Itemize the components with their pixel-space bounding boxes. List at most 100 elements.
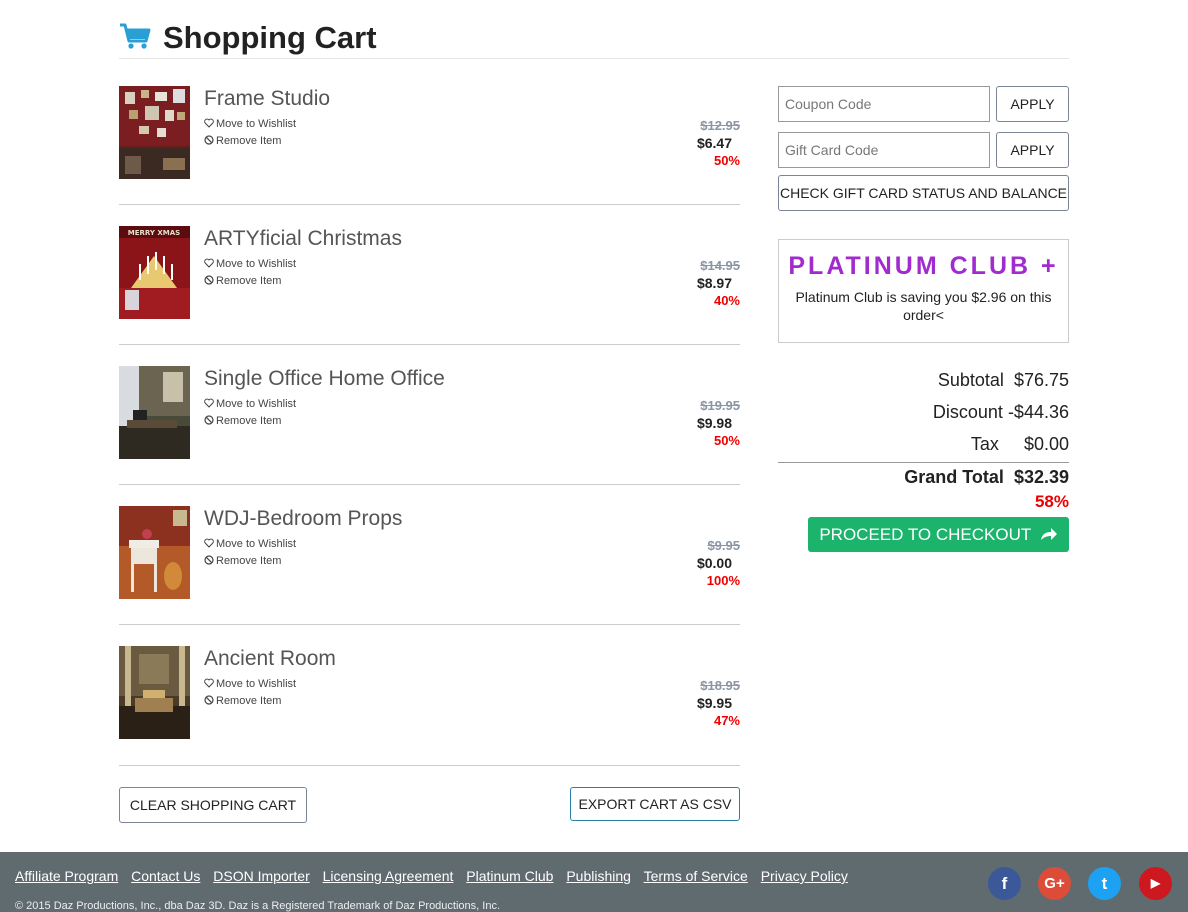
product-name[interactable]: Ancient Room (204, 647, 336, 671)
cart-item: Single Office Home Office Move to Wishli… (119, 366, 740, 506)
discount-percent: 40% (713, 293, 740, 308)
footer-link-publishing[interactable]: Publishing (566, 868, 631, 884)
item-divider (119, 344, 740, 345)
product-thumbnail-ancient-room[interactable] (119, 646, 190, 739)
cart-item: Ancient Room Move to Wishlist Remove Ite… (119, 646, 740, 786)
ban-icon (204, 555, 214, 565)
discount-percent: 47% (713, 713, 740, 728)
remove-item-link[interactable]: Remove Item (204, 275, 281, 287)
google-plus-icon[interactable]: G+ (1038, 867, 1071, 900)
youtube-icon[interactable]: ▶ (1139, 867, 1172, 900)
footer-link-contact-us[interactable]: Contact Us (131, 868, 200, 884)
totals-divider (778, 462, 1069, 463)
facebook-icon[interactable]: f (988, 867, 1021, 900)
footer-link-affiliate-program[interactable]: Affiliate Program (15, 868, 118, 884)
remove-item-label: Remove Item (216, 695, 282, 707)
move-to-wishlist-label: Move to Wishlist (216, 398, 297, 410)
platinum-club-logo: PLATINUM CLUB + (788, 252, 1059, 280)
original-price: $18.95 (700, 678, 740, 693)
subtotal-label: Subtotal (937, 370, 1004, 390)
discount-percent: 50% (713, 433, 740, 448)
product-name[interactable]: Single Office Home Office (204, 367, 445, 391)
ban-icon (204, 415, 214, 425)
heart-icon (204, 538, 214, 548)
remove-item-label: Remove Item (216, 275, 282, 287)
subtotal-row: Subtotal $76.75 (938, 370, 1069, 391)
move-to-wishlist-label: Move to Wishlist (216, 258, 297, 270)
footer-link-privacy-policy[interactable]: Privacy Policy (761, 868, 848, 884)
shopping-cart-icon (120, 23, 151, 49)
discount-percent: 100% (706, 573, 740, 588)
sale-price: $6.47 (696, 135, 732, 151)
sale-price: $9.98 (696, 415, 732, 431)
original-price: $19.95 (700, 398, 740, 413)
apply-coupon-button[interactable]: APPLY (996, 86, 1069, 122)
item-divider (119, 484, 740, 485)
move-to-wishlist-link[interactable]: Move to Wishlist (204, 258, 296, 270)
ban-icon (204, 695, 214, 705)
discount-percent: 50% (713, 153, 740, 168)
product-thumbnail-single-office-home-office[interactable] (119, 366, 190, 459)
product-name[interactable]: WDJ-Bedroom Props (204, 507, 402, 531)
move-to-wishlist-label: Move to Wishlist (216, 538, 297, 550)
product-thumbnail-wdj-bedroom-props[interactable] (119, 506, 190, 599)
remove-item-link[interactable]: Remove Item (204, 555, 281, 567)
product-thumbnail-artyficial-christmas[interactable]: MERRY XMAS (119, 226, 190, 319)
discount-row: Discount -$44.36 (933, 402, 1069, 423)
check-gift-card-balance-button[interactable]: CHECK GIFT CARD STATUS AND BALANCE (778, 175, 1069, 211)
sale-price: $8.97 (696, 275, 732, 291)
platinum-club-message: Platinum Club is saving you $2.96 on thi… (795, 289, 1052, 323)
remove-item-link[interactable]: Remove Item (204, 415, 281, 427)
remove-item-label: Remove Item (216, 555, 282, 567)
footer-link-terms-of-service[interactable]: Terms of Service (644, 868, 748, 884)
heart-icon (204, 678, 214, 688)
move-to-wishlist-link[interactable]: Move to Wishlist (204, 538, 296, 550)
item-divider (119, 765, 740, 766)
product-name[interactable]: ARTYficial Christmas (204, 227, 402, 251)
move-to-wishlist-link[interactable]: Move to Wishlist (204, 678, 296, 690)
apply-gift-card-button[interactable]: APPLY (996, 132, 1069, 168)
grand-total-value: $32.39 (1013, 467, 1069, 487)
page-header: Shopping Cart (119, 18, 1069, 59)
move-to-wishlist-link[interactable]: Move to Wishlist (204, 118, 296, 130)
product-thumbnail-frame-studio[interactable] (119, 86, 190, 179)
share-arrow-icon (1040, 528, 1057, 540)
cart-item: Frame Studio Move to Wishlist Remove Ite… (119, 86, 740, 226)
twitter-icon[interactable]: t (1088, 867, 1121, 900)
grand-total-label: Grand Total (904, 467, 1004, 487)
site-footer: Affiliate Program Contact Us DSON Import… (0, 852, 1188, 912)
grand-total-row: Grand Total $32.39 (904, 467, 1069, 488)
original-price: $9.95 (707, 538, 740, 553)
coupon-code-input[interactable]: Coupon Code (778, 86, 990, 122)
product-name[interactable]: Frame Studio (204, 87, 330, 111)
discount-label: Discount (932, 402, 1003, 422)
item-divider (119, 204, 740, 205)
remove-item-label: Remove Item (216, 415, 282, 427)
remove-item-label: Remove Item (216, 135, 282, 147)
item-divider (119, 624, 740, 625)
tax-label: Tax (970, 434, 999, 454)
subtotal-value: $76.75 (1013, 370, 1069, 390)
tax-row: Tax $0.00 (971, 434, 1069, 455)
move-to-wishlist-label: Move to Wishlist (216, 118, 297, 130)
sale-price: $0.00 (696, 555, 732, 571)
cart-item: MERRY XMAS ARTYficial Christmas Move to … (119, 226, 740, 366)
heart-icon (204, 398, 214, 408)
footer-link-dson-importer[interactable]: DSON Importer (213, 868, 309, 884)
move-to-wishlist-link[interactable]: Move to Wishlist (204, 398, 296, 410)
footer-links: Affiliate Program Contact Us DSON Import… (15, 868, 857, 884)
svg-text:MERRY XMAS: MERRY XMAS (128, 229, 180, 237)
move-to-wishlist-label: Move to Wishlist (216, 678, 297, 690)
clear-shopping-cart-button[interactable]: CLEAR SHOPPING CART (119, 787, 307, 823)
original-price: $14.95 (700, 258, 740, 273)
ban-icon (204, 135, 214, 145)
footer-link-platinum-club[interactable]: Platinum Club (466, 868, 553, 884)
sale-price: $9.95 (696, 695, 732, 711)
remove-item-link[interactable]: Remove Item (204, 695, 281, 707)
total-savings-percent: 58% (1034, 492, 1069, 511)
proceed-to-checkout-button[interactable]: PROCEED TO CHECKOUT (808, 517, 1069, 552)
remove-item-link[interactable]: Remove Item (204, 135, 281, 147)
gift-card-code-input[interactable]: Gift Card Code (778, 132, 990, 168)
export-cart-csv-button[interactable]: EXPORT CART AS CSV (570, 787, 740, 821)
footer-link-licensing-agreement[interactable]: Licensing Agreement (323, 868, 454, 884)
